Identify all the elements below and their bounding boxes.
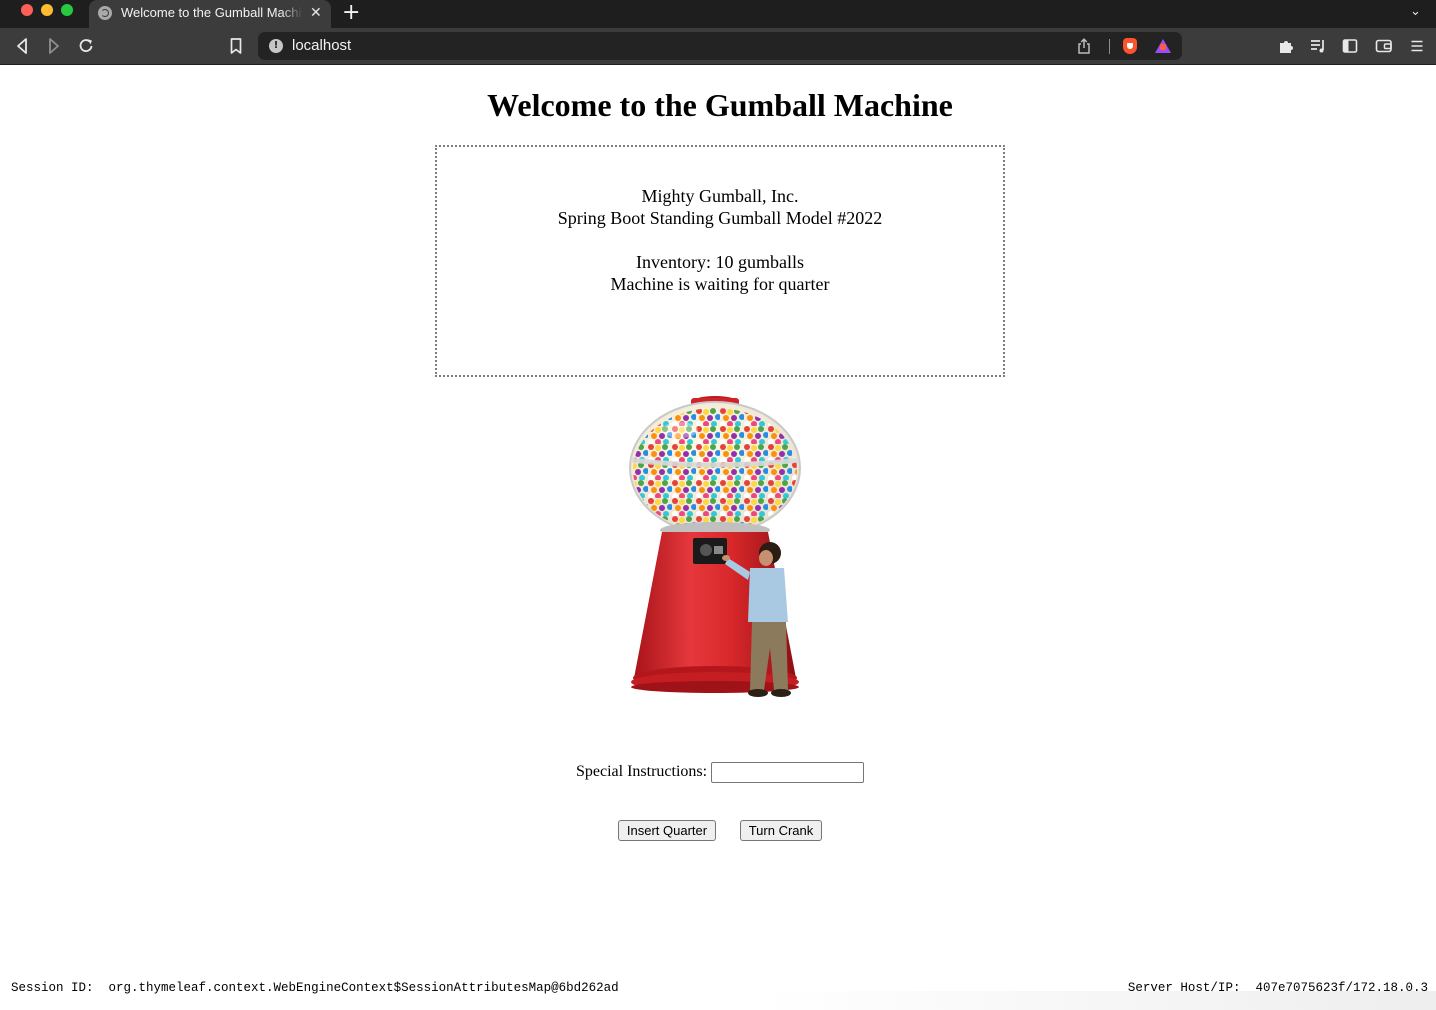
info-icon[interactable]: ! xyxy=(269,39,283,53)
globe-icon xyxy=(98,6,112,20)
close-tab-icon[interactable]: ✕ xyxy=(310,4,322,22)
sidebar-icon[interactable] xyxy=(1342,37,1358,55)
menu-icon[interactable] xyxy=(1410,37,1424,55)
zoom-window-button[interactable] xyxy=(61,4,73,16)
browser-toolbar: ! localhost xyxy=(0,28,1436,64)
server-host-value: 407e7075623f/172.18.0.3 xyxy=(1255,981,1428,995)
address-bar[interactable]: ! localhost xyxy=(258,32,1182,60)
minimize-window-button[interactable] xyxy=(41,4,53,16)
server-host: Server Host/IP: 407e7075623f/172.18.0.3 xyxy=(1128,981,1428,995)
tab-bar: Welcome to the Gumball Machine ✕ + ⌄ xyxy=(0,0,1436,28)
wallet-icon[interactable] xyxy=(1375,37,1393,55)
brave-shields-icon[interactable] xyxy=(1123,38,1137,54)
url-text[interactable]: localhost xyxy=(292,37,351,54)
back-icon[interactable] xyxy=(14,37,30,55)
insert-quarter-button[interactable]: Insert Quarter xyxy=(618,820,716,841)
company-name: Mighty Gumball, Inc. xyxy=(641,186,799,206)
url-divider xyxy=(1109,39,1110,54)
special-instructions-input[interactable] xyxy=(711,762,864,783)
special-instructions-row: Special Instructions: xyxy=(576,762,866,786)
machine-state-line: Machine is waiting for quarter xyxy=(610,274,830,294)
machine-status-text: Mighty Gumball, Inc. Spring Boot Standin… xyxy=(437,185,1003,295)
status-spacer xyxy=(437,229,1003,251)
bookmark-icon[interactable] xyxy=(229,37,243,55)
special-instructions-label: Special Instructions: xyxy=(576,763,708,780)
page-content: Welcome to the Gumball Machine Mighty Gu… xyxy=(0,65,1436,1010)
share-icon[interactable] xyxy=(1077,38,1091,55)
chevron-down-icon[interactable]: ⌄ xyxy=(1410,4,1421,19)
forward-icon[interactable] xyxy=(46,37,62,55)
session-id: Session ID: org.thymeleaf.context.WebEng… xyxy=(11,981,619,995)
playlist-icon[interactable] xyxy=(1309,37,1327,55)
server-host-label: Server Host/IP: xyxy=(1127,981,1241,995)
model-name: Spring Boot Standing Gumball Model #2022 xyxy=(557,208,883,228)
extensions-icon[interactable] xyxy=(1278,37,1294,55)
browser-tab[interactable]: Welcome to the Gumball Machine ✕ xyxy=(89,0,331,28)
tab-title: Welcome to the Gumball Machine xyxy=(121,5,303,20)
turn-crank-button[interactable]: Turn Crank xyxy=(740,820,822,841)
machine-status-box: Mighty Gumball, Inc. Spring Boot Standin… xyxy=(435,145,1005,377)
new-tab-icon[interactable]: + xyxy=(342,1,360,25)
session-id-label: Session ID: xyxy=(11,981,94,995)
page-title: Welcome to the Gumball Machine xyxy=(487,87,953,123)
inventory-line: Inventory: 10 gumballs xyxy=(636,252,804,272)
gumball-machine-image xyxy=(629,396,801,697)
brave-rewards-icon[interactable] xyxy=(1155,39,1171,53)
session-id-value: org.thymeleaf.context.WebEngineContext$S… xyxy=(108,981,619,995)
reload-icon[interactable] xyxy=(78,37,95,55)
close-window-button[interactable] xyxy=(21,4,33,16)
